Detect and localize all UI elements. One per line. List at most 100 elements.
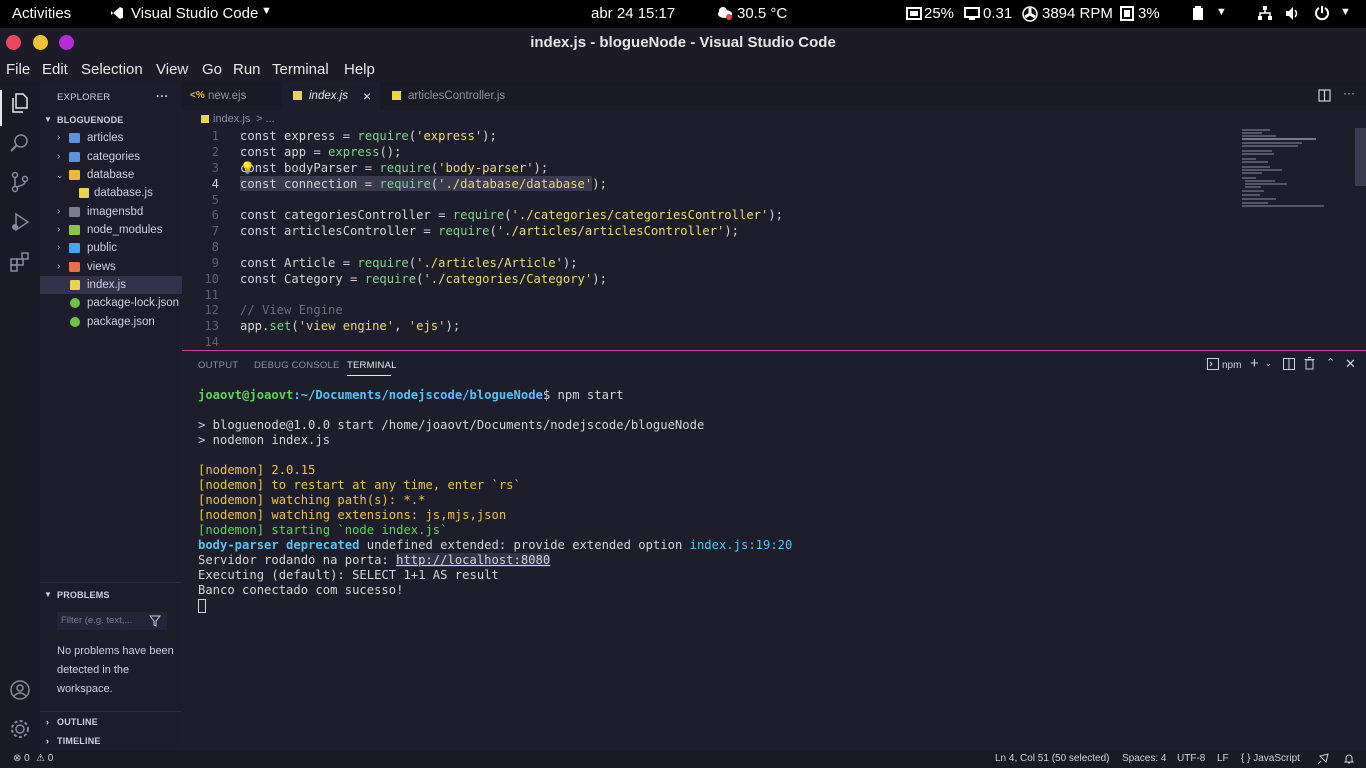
- lightbulb-icon[interactable]: 💡: [240, 161, 255, 175]
- app-menu[interactable]: Visual Studio Code: [131, 5, 258, 22]
- tab-terminal[interactable]: TERMINAL: [347, 360, 397, 371]
- menu-go[interactable]: Go: [202, 61, 222, 78]
- terminal-selector[interactable]: npm: [1222, 360, 1241, 371]
- fan-speed[interactable]: 3894 RPM: [1042, 5, 1113, 22]
- vscode-app-icon: [110, 6, 124, 20]
- tree-item-database-js[interactable]: database.js: [40, 184, 182, 202]
- tree-item-node-modules[interactable]: › node_modules: [40, 221, 182, 239]
- maximize-panel-icon[interactable]: ⌃: [1326, 356, 1335, 369]
- problems-title[interactable]: PROBLEMS: [57, 590, 110, 600]
- project-chevron-icon[interactable]: ▼: [44, 115, 52, 124]
- tree-item-categories[interactable]: › categories: [40, 148, 182, 166]
- localhost-link[interactable]: http://localhost:8080: [396, 553, 551, 567]
- trash-icon[interactable]: [1304, 357, 1315, 370]
- line-number: 2: [211, 145, 219, 159]
- editor-more-actions-icon[interactable]: ···: [1343, 86, 1355, 100]
- end-of-line[interactable]: LF: [1217, 753, 1229, 764]
- system-load[interactable]: 0.31: [983, 5, 1012, 22]
- notifications-icon[interactable]: [1343, 753, 1355, 765]
- cpu-icon: [906, 7, 922, 20]
- problems-chevron-icon[interactable]: ▼: [44, 590, 52, 599]
- tree-item-package-json[interactable]: package.json: [40, 313, 182, 331]
- encoding[interactable]: UTF-8: [1177, 753, 1205, 764]
- outline-title[interactable]: OUTLINE: [57, 717, 98, 727]
- tree-item-imagensbd[interactable]: › imagensbd: [40, 203, 182, 221]
- minimap[interactable]: [1240, 128, 1356, 208]
- minimize-window-button[interactable]: [33, 35, 48, 50]
- timeline-chevron-icon[interactable]: ›: [46, 736, 49, 746]
- tab-articlescontroller-js[interactable]: articlesController.js: [380, 82, 520, 110]
- accounts-icon[interactable]: [9, 679, 31, 701]
- clock[interactable]: abr 24 15:17: [591, 5, 675, 22]
- maximize-window-button[interactable]: [59, 35, 74, 50]
- window-titlebar[interactable]: index.js - blogueNode - Visual Studio Co…: [0, 28, 1366, 58]
- search-icon[interactable]: [9, 132, 31, 154]
- system-menu-chevron-icon[interactable]: ▼: [1340, 6, 1351, 18]
- terminal-line: [nodemon] to restart at any time, enter …: [198, 478, 521, 492]
- clipboard-icon[interactable]: [1192, 6, 1204, 21]
- outline-chevron-icon[interactable]: ›: [46, 717, 49, 727]
- terminal-line: Executing (default): SELECT 1+1 AS resul…: [198, 568, 499, 582]
- close-tab-icon[interactable]: ×: [363, 82, 371, 110]
- tree-item-public[interactable]: › public: [40, 239, 182, 257]
- source-control-icon[interactable]: [9, 171, 31, 193]
- tab-index-js[interactable]: index.js ×: [282, 82, 380, 110]
- breadcrumb-file[interactable]: index.js: [213, 113, 250, 125]
- temperature[interactable]: 30.5 °C: [737, 5, 787, 22]
- code-editor[interactable]: 1 2 3 4 5 6 7 8 9 10 11 12 13 14 const e…: [182, 128, 1366, 350]
- breadcrumb-symbol[interactable]: > ...: [256, 113, 275, 125]
- run-debug-icon[interactable]: [9, 211, 31, 233]
- cpu-usage[interactable]: 25%: [924, 5, 954, 22]
- tree-item-articles[interactable]: › articles: [40, 129, 182, 147]
- tab-new-ejs[interactable]: <% new.ejs: [182, 82, 282, 110]
- explorer-more-button[interactable]: ···: [156, 89, 169, 103]
- tree-item-index-js[interactable]: index.js: [40, 276, 182, 294]
- network-icon[interactable]: [1257, 6, 1273, 21]
- menu-run[interactable]: Run: [233, 61, 261, 78]
- tab-output[interactable]: OUTPUT: [198, 360, 238, 371]
- filter-icon[interactable]: [149, 615, 161, 627]
- timeline-title[interactable]: TIMELINE: [57, 736, 101, 746]
- settings-gear-icon[interactable]: [9, 718, 31, 740]
- terminal-shell-icon: [1207, 358, 1219, 370]
- warnings-indicator[interactable]: ⚠ 0: [36, 753, 53, 764]
- line-number: 7: [211, 224, 219, 238]
- volume-icon[interactable]: [1285, 6, 1301, 21]
- close-panel-icon[interactable]: ✕: [1345, 356, 1356, 372]
- indentation[interactable]: Spaces: 4: [1122, 753, 1166, 764]
- tree-item-views[interactable]: › views: [40, 258, 182, 276]
- cursor-position[interactable]: Ln 4, Col 51 (50 selected): [995, 753, 1110, 764]
- explorer-icon[interactable]: [9, 92, 31, 114]
- close-window-button[interactable]: [6, 35, 21, 50]
- menu-view[interactable]: View: [156, 61, 188, 78]
- line-number: 1: [211, 129, 219, 143]
- tree-item-database[interactable]: ⌄ database: [40, 166, 182, 184]
- feedback-icon[interactable]: [1317, 753, 1329, 765]
- errors-indicator[interactable]: ⊗ 0: [13, 753, 30, 764]
- menu-help[interactable]: Help: [344, 61, 375, 78]
- memory-usage[interactable]: 3%: [1138, 5, 1160, 22]
- menu-edit[interactable]: Edit: [42, 61, 68, 78]
- tab-debug-console[interactable]: DEBUG CONSOLE: [254, 360, 339, 371]
- editor-scrollbar[interactable]: [1355, 128, 1366, 186]
- fan-icon: [1022, 6, 1038, 22]
- active-tab-indicator: [347, 375, 391, 376]
- terminal-dropdown-icon[interactable]: ⌄: [1265, 359, 1272, 368]
- menu-terminal[interactable]: Terminal: [272, 61, 329, 78]
- split-terminal-icon[interactable]: [1283, 358, 1295, 370]
- new-terminal-icon[interactable]: +: [1250, 355, 1259, 372]
- activities-button[interactable]: Activities: [12, 5, 71, 22]
- line-number: 4: [211, 177, 219, 191]
- menu-file[interactable]: File: [6, 61, 30, 78]
- extensions-icon[interactable]: [9, 251, 31, 273]
- language-mode[interactable]: { } JavaScript: [1241, 753, 1300, 764]
- split-editor-icon[interactable]: [1318, 89, 1331, 102]
- power-icon[interactable]: [1314, 5, 1330, 21]
- clipboard-chevron-icon[interactable]: ▼: [1216, 6, 1227, 18]
- line-number: 3: [211, 161, 219, 175]
- project-title[interactable]: BLOGUENODE: [57, 115, 124, 125]
- app-menu-chevron-icon[interactable]: ▼: [261, 5, 272, 17]
- menu-selection[interactable]: Selection: [81, 61, 143, 78]
- tree-item-package-lock-json[interactable]: package-lock.json: [40, 294, 182, 312]
- source-link[interactable]: index.js:19:20: [690, 538, 793, 552]
